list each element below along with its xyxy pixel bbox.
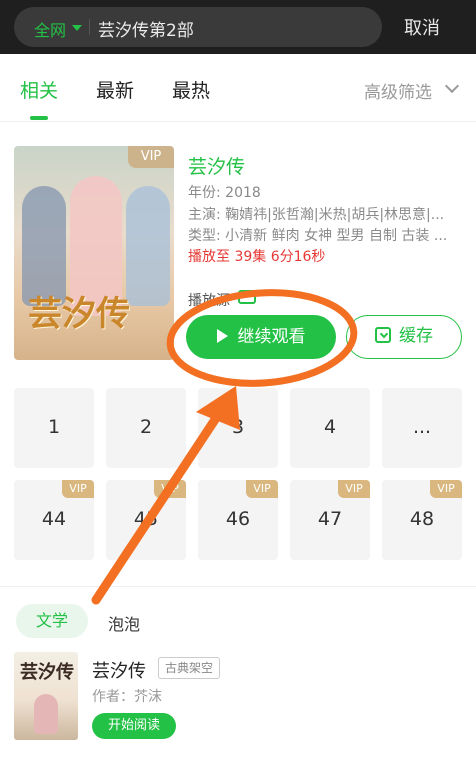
search-input[interactable]: 芸汐传第2部 bbox=[98, 16, 194, 41]
search-box[interactable]: 全网 芸汐传第2部 bbox=[14, 7, 382, 47]
vip-badge: VIP bbox=[154, 480, 186, 498]
tab-latest[interactable]: 最新 bbox=[96, 76, 134, 103]
video-genre: 类型: 小清新 鲜肉 女神 型男 自制 古装 ... bbox=[188, 228, 448, 244]
episode-button[interactable]: VIP 45 bbox=[106, 480, 186, 560]
episode-button[interactable]: 1 bbox=[14, 388, 94, 468]
play-source-icon[interactable] bbox=[238, 290, 256, 304]
video-year: 年份: 2018 bbox=[188, 185, 261, 201]
episode-button[interactable]: 4 bbox=[290, 388, 370, 468]
cache-button[interactable]: 缓存 bbox=[346, 315, 462, 359]
start-reading-button[interactable]: 开始阅读 bbox=[92, 713, 176, 739]
tab-literature[interactable]: 文学 bbox=[16, 604, 88, 638]
book-genre-tag: 古典架空 bbox=[158, 657, 221, 679]
search-results-page: 全网 芸汐传第2部 取消 相关 最新 最热 高级筛选 芸汐传 VIP 芸汐传 年… bbox=[0, 0, 476, 769]
episode-number: 2 bbox=[139, 416, 153, 438]
vip-badge: VIP bbox=[430, 480, 462, 498]
play-source-label: 播放源 bbox=[188, 293, 230, 309]
vip-badge: VIP bbox=[62, 480, 94, 498]
section-divider bbox=[0, 586, 476, 587]
play-icon bbox=[216, 329, 228, 343]
episode-number: ... bbox=[412, 416, 432, 438]
continue-watching-button[interactable]: 继续观看 bbox=[186, 315, 336, 359]
episode-number: 3 bbox=[231, 416, 245, 438]
search-scope-divider bbox=[89, 19, 90, 35]
book-title[interactable]: 芸汐传 bbox=[92, 657, 146, 683]
caret-down-icon bbox=[72, 25, 82, 31]
tab-hottest[interactable]: 最热 bbox=[172, 76, 210, 103]
episode-number: 47 bbox=[317, 508, 343, 530]
cancel-button[interactable]: 取消 bbox=[404, 14, 440, 40]
tab-related[interactable]: 相关 bbox=[20, 76, 58, 103]
book-cover-title: 芸汐传 bbox=[20, 662, 74, 683]
advanced-filter-button[interactable]: 高级筛选 bbox=[364, 78, 432, 103]
result-tabs: 相关 最新 最热 高级筛选 bbox=[0, 54, 476, 122]
vip-badge: VIP bbox=[128, 146, 174, 168]
poster-title-art: 芸汐传 bbox=[28, 294, 130, 334]
episode-number: 4 bbox=[323, 416, 337, 438]
vip-badge: VIP bbox=[246, 480, 278, 498]
top-search-bar: 全网 芸汐传第2部 取消 bbox=[0, 0, 476, 54]
episode-button[interactable]: 2 bbox=[106, 388, 186, 468]
episode-button[interactable]: VIP 48 bbox=[382, 480, 462, 560]
video-poster[interactable]: 芸汐传 VIP bbox=[14, 146, 174, 360]
video-cast: 主演: 鞠婧祎|张哲瀚|米热|胡兵|林思意|... bbox=[188, 207, 445, 223]
poster-figure bbox=[126, 186, 170, 306]
chevron-down-icon[interactable] bbox=[444, 78, 460, 94]
episode-number: 44 bbox=[41, 508, 67, 530]
book-author: 作者：芥沫 bbox=[92, 689, 162, 705]
episode-button[interactable]: VIP 47 bbox=[290, 480, 370, 560]
episode-button[interactable]: VIP 44 bbox=[14, 480, 94, 560]
book-cover-figure bbox=[34, 694, 58, 734]
more-episodes-button[interactable]: ... bbox=[382, 388, 462, 468]
book-cover[interactable]: 芸汐传 bbox=[14, 652, 78, 740]
episode-number: 45 bbox=[133, 508, 159, 530]
download-icon bbox=[375, 327, 391, 343]
episode-number: 46 bbox=[225, 508, 251, 530]
episode-number: 1 bbox=[47, 416, 61, 438]
continue-watching-label: 继续观看 bbox=[237, 327, 306, 347]
search-scope-selector[interactable]: 全网 bbox=[34, 17, 66, 41]
episode-button[interactable]: 3 bbox=[198, 388, 278, 468]
episode-number: 48 bbox=[409, 508, 435, 530]
vip-badge: VIP bbox=[338, 480, 370, 498]
tab-bubble[interactable]: 泡泡 bbox=[108, 611, 140, 635]
cache-label: 缓存 bbox=[399, 326, 433, 346]
video-title[interactable]: 芸汐传 bbox=[188, 152, 245, 179]
active-tab-indicator bbox=[30, 116, 48, 120]
watch-progress: 播放至 39集 6分16秒 bbox=[188, 249, 326, 265]
episode-button[interactable]: VIP 46 bbox=[198, 480, 278, 560]
